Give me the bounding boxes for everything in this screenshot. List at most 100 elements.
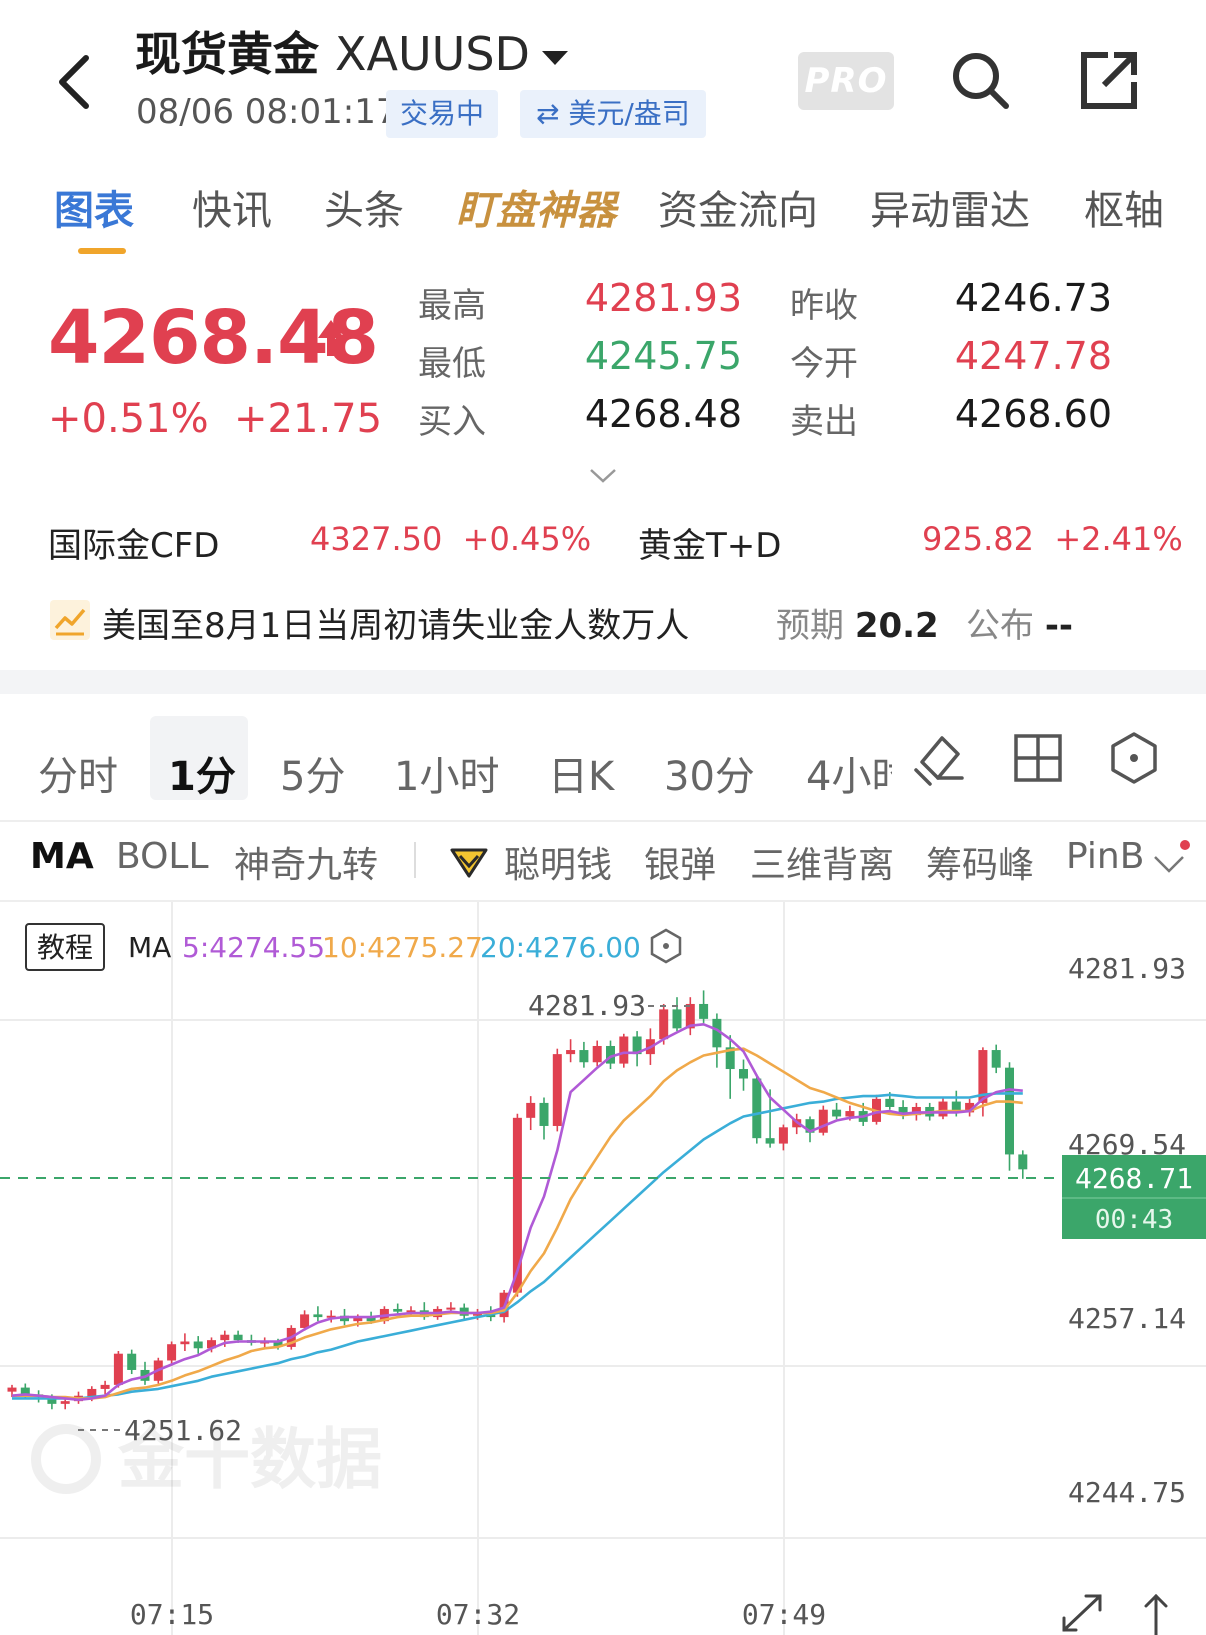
indicator-smart-money[interactable]: 聪明钱 [504,836,612,888]
candle-body [552,1054,562,1126]
open-label: 今开 [790,344,858,384]
td-quote[interactable]: 925.82 +2.41% [922,520,1183,558]
candle-body [778,1127,788,1144]
period-4hour[interactable]: 4小时 [806,744,892,802]
candle-body [113,1353,123,1385]
candle [1018,1150,1028,1179]
back-arrow-icon[interactable] [50,52,100,112]
candle [832,1102,842,1120]
tab-fund-flow[interactable]: 资金流向 [658,178,818,236]
instrument-name: 现货黄金 [135,27,319,81]
candle [193,1336,203,1354]
unit-toggle[interactable]: ⇄ 美元/盎司 [520,90,706,138]
caret-down-icon[interactable] [541,50,568,65]
cfd-label[interactable]: 国际金CFD [48,518,219,567]
candle-body [672,1009,682,1029]
cfd-price: 4327.50 [310,520,443,558]
chevron-down-icon[interactable] [588,466,618,486]
draw-tool-icon[interactable] [912,730,968,786]
indicator-ma[interactable]: MA [30,836,94,877]
period-1min[interactable]: 1分 [168,744,236,802]
quote-timestamp: 08/06 08:01:17 [136,92,398,132]
event-expected: 预期 20.2 [776,598,939,647]
candle-body [180,1341,190,1345]
chevron-down-icon[interactable] [1152,852,1186,876]
instrument-title[interactable]: 现货黄金 XAUUSD [135,18,568,84]
candle [552,1048,562,1132]
period-5min[interactable]: 5分 [280,744,345,802]
period-30min[interactable]: 30分 [664,744,755,802]
diamond-vip-icon [450,848,488,878]
tab-headlines[interactable]: 头条 [324,178,404,236]
td-label[interactable]: 黄金T+D [638,518,781,567]
search-icon[interactable] [948,48,1014,114]
candle [592,1040,602,1067]
legend-settings-icon[interactable] [650,928,682,964]
high-marker-label: 4281.93 [528,989,646,1022]
candle [127,1349,137,1375]
expected-label: 预期 [776,606,844,646]
candle-body [60,1401,70,1404]
indicator-pinbar[interactable]: PinBar [1066,836,1142,877]
active-tab-indicator [78,248,126,254]
layout-grid-icon[interactable] [1010,730,1066,786]
period-1hour[interactable]: 1小时 [394,744,499,802]
candle-body [539,1102,549,1126]
trading-status-badge: 交易中 [386,90,499,138]
indicator-td9[interactable]: 神奇九转 [234,836,378,888]
actual-value: -- [1044,606,1074,646]
indicator-boll[interactable]: BOLL [116,836,209,877]
tab-anomaly-radar[interactable]: 异动雷达 [870,178,1030,236]
td-price: 925.82 [922,520,1034,558]
candle [672,997,682,1032]
change-absolute: +21.75 [234,396,383,442]
candle-body [885,1098,895,1107]
actual-label: 公布 [966,606,1034,646]
tutorial-label: 教程 [37,931,93,964]
tab-flash-news[interactable]: 快讯 [192,178,272,236]
period-timeshare[interactable]: 分时 [38,744,118,802]
candle-body [7,1387,17,1392]
candle [526,1096,536,1131]
candle-body [193,1341,203,1349]
x-tick-label: 07:15 [130,1598,214,1631]
candle [632,1031,642,1067]
candle [113,1350,123,1388]
share-icon[interactable] [1078,50,1140,112]
candle-body [592,1045,602,1063]
indicator-silver-bullet[interactable]: 银弹 [644,836,716,888]
tab-pivot[interactable]: 枢轴 [1084,178,1164,236]
period-daily[interactable]: 日K [548,744,614,802]
settings-hexagon-icon[interactable] [1106,730,1162,786]
candle-body [699,1003,709,1019]
candle-body [818,1109,828,1133]
low-value: 4245.75 [584,334,742,378]
indicator-divergence[interactable]: 三维背离 [750,836,894,888]
candle-body [991,1050,1001,1068]
candle-body [233,1334,243,1341]
high-label: 最高 [418,286,486,326]
candle [393,1303,403,1315]
cfd-quote[interactable]: 4327.50 +0.45% [310,520,591,558]
scroll-to-latest-icon[interactable] [1144,1593,1168,1635]
candle-body [526,1102,536,1118]
candle [712,1013,722,1068]
tab-chart[interactable]: 图表 [54,178,134,236]
economic-event-title[interactable]: 美国至8月1日当周初请失业金人数万人 [102,598,689,647]
candlestick-chart[interactable]: 教程 MA 5:4274.55 10:4275.27 20:4276.00 金十… [0,902,1206,1635]
indicator-chip-peak[interactable]: 筹码峰 [926,836,1034,888]
candle [246,1334,256,1346]
candle [419,1302,429,1320]
fullscreen-icon[interactable] [1062,1594,1102,1632]
high-value: 4281.93 [584,276,742,320]
ma20-legend: 20:4276.00 [480,931,641,964]
divider [0,820,1206,822]
tab-monitor-tool[interactable]: 盯盘神器 [456,178,616,236]
indicator-selector: MA BOLL 神奇九转 聪明钱 银弹 三维背离 筹码峰 PinBar [0,836,1206,902]
candle-countdown: 00:43 [1095,1205,1173,1235]
candle [739,1059,748,1091]
pro-button[interactable]: PRO [798,52,894,110]
open-value: 4247.78 [954,334,1112,378]
candle [725,1035,735,1099]
candle [699,990,709,1023]
